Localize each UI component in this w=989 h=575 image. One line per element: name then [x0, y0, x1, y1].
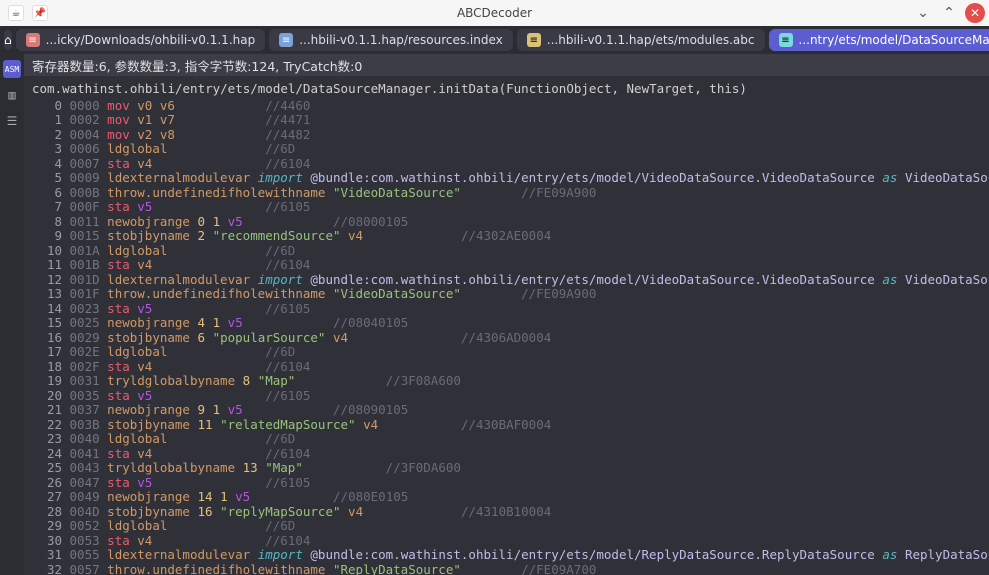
code-line[interactable]: 1 0002 mov v1 v7 //4471: [32, 113, 981, 128]
tab-label: ...icky/Downloads/ohbili-v0.1.1.hap: [46, 33, 256, 47]
tab-3[interactable]: ≡ ...ntry/ets/model/DataSourceManager: [769, 29, 989, 51]
tab-label: ...hbili-v0.1.1.hap/resources.index: [299, 33, 503, 47]
tab-icon: ≡: [279, 33, 293, 47]
tab-bar: ⌂ ≡ ...icky/Downloads/ohbili-v0.1.1.hap ≡.…: [0, 26, 989, 54]
code-line[interactable]: 0 0000 mov v0 v6 //4460: [32, 99, 981, 114]
tab-label: ...hbili-v0.1.1.hap/ets/modules.abc: [547, 33, 755, 47]
code-line[interactable]: 27 0049 newobjrange 14 1 v5 //080E0105: [32, 490, 981, 505]
tab-label: ...ntry/ets/model/DataSourceManager: [799, 33, 989, 47]
code-line[interactable]: 4 0007 sta v4 //6104: [32, 157, 981, 172]
tab-icon: ≡: [26, 33, 40, 47]
window-titlebar: ☕ 📌 ABCDecoder ⌄ ⌃ ✕: [0, 0, 989, 26]
left-gutter: ASM ▥ ☰: [0, 54, 24, 575]
code-line[interactable]: 24 0041 sta v4 //6104: [32, 447, 981, 462]
code-line[interactable]: 31 0055 ldexternalmodulevar import @bund…: [32, 548, 981, 563]
maximize-button[interactable]: ⌃: [939, 3, 959, 23]
code-line[interactable]: 26 0047 sta v5 //6105: [32, 476, 981, 491]
asm-view-icon[interactable]: ASM: [3, 60, 21, 78]
file-view-icon[interactable]: ▥: [3, 86, 21, 104]
list-view-icon[interactable]: ☰: [3, 112, 21, 130]
tab-1[interactable]: ≡ ...hbili-v0.1.1.hap/resources.index: [269, 29, 513, 51]
code-editor[interactable]: com.wathinst.ohbili/entry/ets/model/Data…: [24, 76, 989, 575]
code-line[interactable]: 11 001B sta v4 //6104: [32, 258, 981, 273]
code-line[interactable]: 25 0043 tryldglobalbyname 13 "Map" //3F0…: [32, 461, 981, 476]
code-line[interactable]: 32 0057 throw.undefinedifholewithname "R…: [32, 563, 981, 575]
tab-0[interactable]: ≡ ...icky/Downloads/ohbili-v0.1.1.hap: [16, 29, 266, 51]
code-line[interactable]: 17 002E ldglobal //6D: [32, 345, 981, 360]
app-icon: ☕: [8, 5, 24, 21]
code-line[interactable]: 18 002F sta v4 //6104: [32, 360, 981, 375]
code-line[interactable]: 10 001A ldglobal //6D: [32, 244, 981, 259]
code-line[interactable]: 13 001F throw.undefinedifholewithname "V…: [32, 287, 981, 302]
code-line[interactable]: 8 0011 newobjrange 0 1 v5 //08000105: [32, 215, 981, 230]
code-line[interactable]: 6 000B throw.undefinedifholewithname "Vi…: [32, 186, 981, 201]
method-signature: com.wathinst.ohbili/entry/ets/model/Data…: [32, 82, 981, 97]
close-button[interactable]: ✕: [965, 3, 985, 23]
pin-icon[interactable]: 📌: [32, 5, 48, 21]
tab-icon: ≡: [779, 33, 793, 47]
code-line[interactable]: 21 0037 newobjrange 9 1 v5 //08090105: [32, 403, 981, 418]
info-bar: 寄存器数量:6, 参数数量:3, 指令字节数:124, TryCatch数:0: [24, 54, 989, 76]
code-line[interactable]: 20 0035 sta v5 //6105: [32, 389, 981, 404]
code-line[interactable]: 9 0015 stobjbyname 2 "recommendSource" v…: [32, 229, 981, 244]
code-line[interactable]: 23 0040 ldglobal //6D: [32, 432, 981, 447]
code-line[interactable]: 22 003B stobjbyname 11 "relatedMapSource…: [32, 418, 981, 433]
code-line[interactable]: 30 0053 sta v4 //6104: [32, 534, 981, 549]
code-line[interactable]: 2 0004 mov v2 v8 //4482: [32, 128, 981, 143]
code-line[interactable]: 12 001D ldexternalmodulevar import @bund…: [32, 273, 981, 288]
window-title: ABCDecoder: [0, 6, 989, 20]
minimize-button[interactable]: ⌄: [913, 3, 933, 23]
code-line[interactable]: 5 0009 ldexternalmodulevar import @bundl…: [32, 171, 981, 186]
tab-icon: ≡: [527, 33, 541, 47]
code-line[interactable]: 14 0023 sta v5 //6105: [32, 302, 981, 317]
home-button[interactable]: ⌂: [4, 30, 12, 50]
code-line[interactable]: 3 0006 ldglobal //6D: [32, 142, 981, 157]
code-line[interactable]: 16 0029 stobjbyname 6 "popularSource" v4…: [32, 331, 981, 346]
code-line[interactable]: 15 0025 newobjrange 4 1 v5 //08040105: [32, 316, 981, 331]
code-line[interactable]: 28 004D stobjbyname 16 "replyMapSource" …: [32, 505, 981, 520]
code-line[interactable]: 19 0031 tryldglobalbyname 8 "Map" //3F08…: [32, 374, 981, 389]
code-line[interactable]: 29 0052 ldglobal //6D: [32, 519, 981, 534]
tab-2[interactable]: ≡ ...hbili-v0.1.1.hap/ets/modules.abc: [517, 29, 765, 51]
code-line[interactable]: 7 000F sta v5 //6105: [32, 200, 981, 215]
